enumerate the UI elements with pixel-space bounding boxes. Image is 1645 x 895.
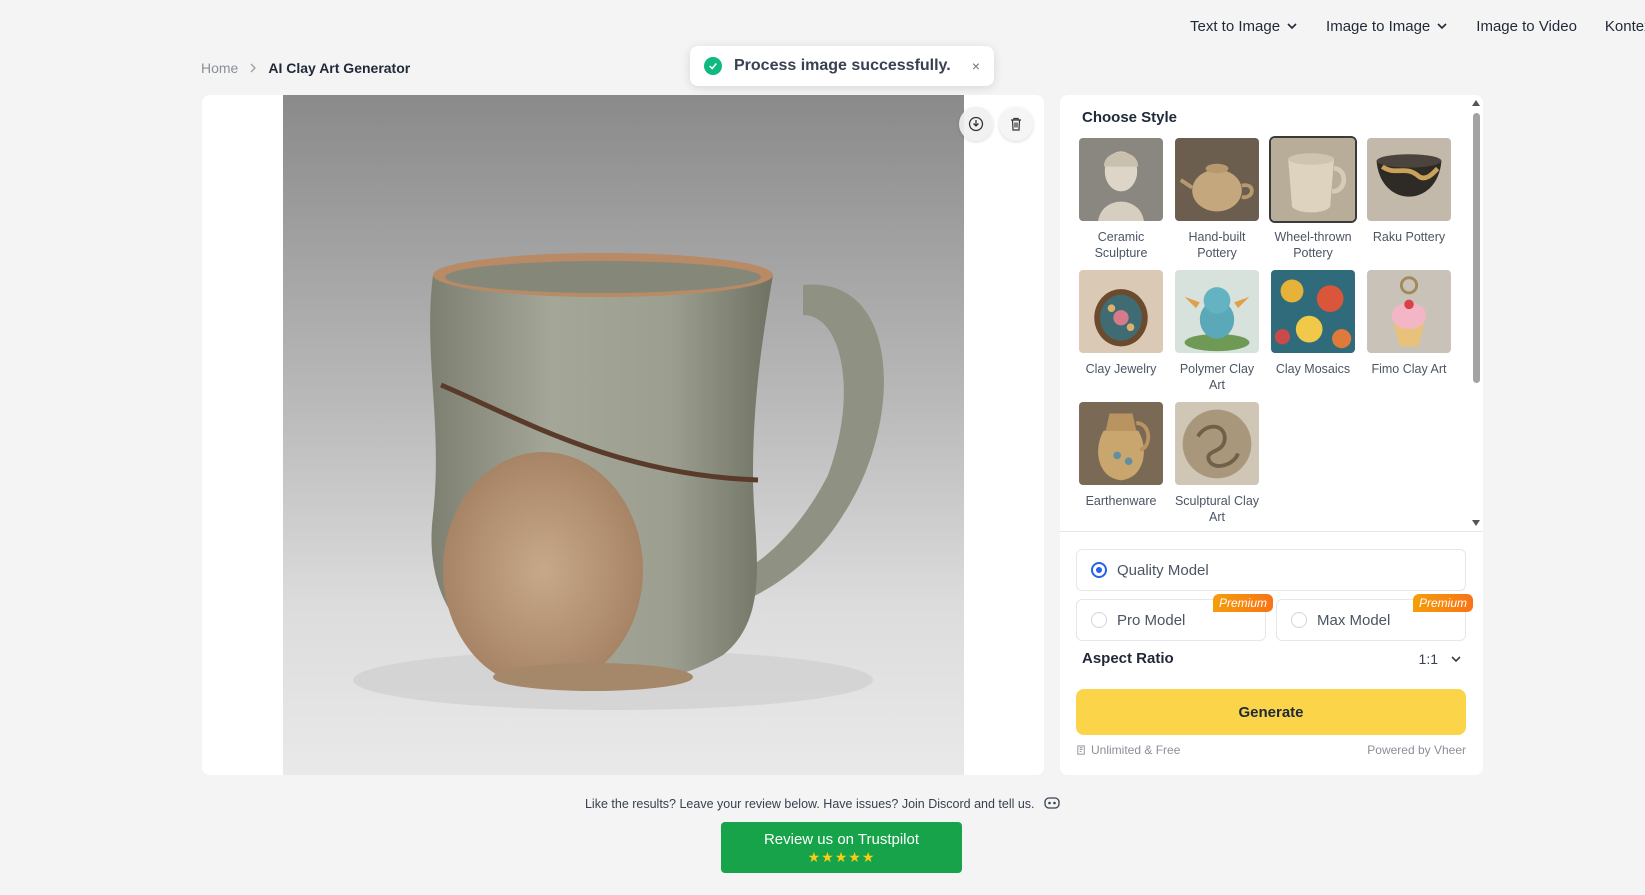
- nav-image-to-image[interactable]: Image to Image: [1326, 18, 1448, 35]
- scrollbar[interactable]: [1469, 95, 1483, 532]
- premium-badge: Premium: [1412, 594, 1473, 612]
- star-rating-icon: ★★★★★: [807, 849, 876, 865]
- result-image-panel: [202, 95, 1044, 775]
- breadcrumb-current: AI Clay Art Generator: [268, 60, 411, 76]
- style-label: Raku Pottery: [1372, 230, 1446, 244]
- style-thumb: [1077, 136, 1165, 223]
- style-sculptural-clay-art[interactable]: Sculptural Clay Art: [1173, 400, 1261, 532]
- nav-kontext[interactable]: Kontex: [1605, 18, 1645, 35]
- scroll-thumb[interactable]: [1473, 113, 1480, 383]
- nav-label: Image to Image: [1326, 17, 1431, 35]
- style-thumb: [1077, 400, 1165, 487]
- settings-panel: Choose Style Ceramic Sculpture Hand-buil…: [1060, 95, 1483, 775]
- nav-label: Text to Image: [1190, 17, 1281, 35]
- nav-label: Kontex: [1604, 17, 1645, 35]
- style-clay-mosaics[interactable]: Clay Mosaics: [1269, 268, 1357, 400]
- style-grid: Ceramic Sculpture Hand-built Pottery Whe…: [1077, 136, 1453, 532]
- chevron-down-icon: [1437, 23, 1447, 30]
- model-label: Max Model: [1317, 611, 1391, 629]
- style-ceramic-sculpture[interactable]: Ceramic Sculpture: [1077, 136, 1165, 268]
- chevron-down-icon: [1451, 655, 1461, 662]
- mug-image: [353, 253, 884, 710]
- review-prompt: Like the results? Leave your review belo…: [0, 797, 1645, 812]
- style-thumb: [1077, 268, 1165, 355]
- close-icon[interactable]: ×: [972, 58, 980, 74]
- model-label: Quality Model: [1117, 561, 1209, 579]
- style-label: Clay Jewelry: [1085, 362, 1157, 376]
- top-nav: Text to Image Image to Image Image to Vi…: [1190, 14, 1645, 38]
- style-raku-pottery[interactable]: Raku Pottery: [1365, 136, 1453, 268]
- style-thumb: [1365, 268, 1453, 355]
- style-thumb: [1173, 268, 1261, 355]
- copy-icon: [1077, 744, 1085, 755]
- unlimited-text: Unlimited & Free: [1091, 743, 1181, 757]
- style-fimo-clay-art[interactable]: Fimo Clay Art: [1365, 268, 1453, 400]
- scroll-down-arrow[interactable]: [1472, 520, 1480, 526]
- style-hand-built-pottery[interactable]: Hand-built Pottery: [1173, 136, 1261, 268]
- style-label: Clay Mosaics: [1275, 362, 1351, 376]
- style-label: Sculptural Clay Art: [1174, 494, 1260, 524]
- style-thumb: [1173, 400, 1261, 487]
- delete-button[interactable]: [999, 107, 1033, 141]
- generate-button[interactable]: Generate: [1076, 689, 1466, 735]
- style-wheel-thrown-pottery[interactable]: Wheel-thrown Pottery: [1269, 136, 1357, 268]
- radio-icon: [1291, 612, 1307, 628]
- breadcrumb: Home AI Clay Art Generator: [201, 60, 410, 76]
- style-earthenware[interactable]: Earthenware: [1077, 400, 1165, 532]
- style-thumb: [1269, 268, 1357, 355]
- trash-icon: [1011, 117, 1021, 131]
- scroll-up-arrow[interactable]: [1472, 100, 1480, 106]
- trustpilot-button[interactable]: Review us on Trustpilot ★★★★★: [721, 822, 962, 873]
- toast-message: Process image successfully.: [734, 57, 951, 74]
- download-icon: [968, 116, 984, 132]
- breadcrumb-home[interactable]: Home: [201, 60, 238, 76]
- style-thumb: [1173, 136, 1261, 223]
- style-thumb: [1365, 136, 1453, 223]
- style-list[interactable]: Choose Style Ceramic Sculpture Hand-buil…: [1060, 95, 1483, 532]
- nav-label: Image to Video: [1476, 17, 1577, 35]
- nav-text-to-image[interactable]: Text to Image: [1190, 18, 1298, 35]
- style-label: Polymer Clay Art: [1179, 362, 1255, 392]
- model-quality-option[interactable]: Quality Model: [1076, 549, 1466, 591]
- powered-by: Powered by Vheer: [1367, 743, 1466, 757]
- check-circle-icon: [704, 57, 722, 75]
- style-title: Choose Style: [1082, 109, 1178, 126]
- success-toast: Process image successfully. ×: [690, 46, 994, 86]
- style-thumb: [1269, 136, 1357, 223]
- style-label: Ceramic Sculpture: [1094, 230, 1148, 260]
- style-label: Fimo Clay Art: [1371, 362, 1447, 376]
- panel-footer: Unlimited & Free Powered by Vheer: [1076, 743, 1466, 757]
- review-prompt-text: Like the results? Leave your review belo…: [584, 797, 1035, 811]
- style-label: Earthenware: [1085, 494, 1157, 508]
- unlimited-note: Unlimited & Free: [1076, 743, 1180, 757]
- chevron-down-icon: [1287, 23, 1297, 30]
- discord-icon[interactable]: [1044, 797, 1060, 812]
- aspect-ratio-label: Aspect Ratio: [1082, 650, 1174, 667]
- chevron-right-icon: [250, 63, 257, 73]
- trustpilot-label: Review us on Trustpilot: [763, 831, 920, 848]
- style-label: Hand-built Pottery: [1188, 230, 1246, 260]
- aspect-ratio-value: 1:1: [1418, 650, 1438, 667]
- premium-badge: Premium: [1212, 594, 1273, 612]
- radio-icon: [1091, 612, 1107, 628]
- style-polymer-clay-art[interactable]: Polymer Clay Art: [1173, 268, 1261, 400]
- style-label: Wheel-thrown Pottery: [1274, 230, 1352, 260]
- aspect-ratio-select[interactable]: 1:1: [1419, 651, 1462, 667]
- download-button[interactable]: [959, 107, 993, 141]
- model-pro-option[interactable]: Pro Model Premium: [1076, 594, 1273, 641]
- style-clay-jewelry[interactable]: Clay Jewelry: [1077, 268, 1165, 400]
- model-label: Pro Model: [1117, 611, 1186, 629]
- nav-image-to-video[interactable]: Image to Video: [1476, 18, 1577, 35]
- model-max-option[interactable]: Max Model Premium: [1276, 594, 1473, 641]
- aspect-ratio-row: Aspect Ratio 1:1: [1082, 650, 1462, 667]
- radio-selected-icon: [1091, 562, 1107, 578]
- result-image: [283, 95, 964, 775]
